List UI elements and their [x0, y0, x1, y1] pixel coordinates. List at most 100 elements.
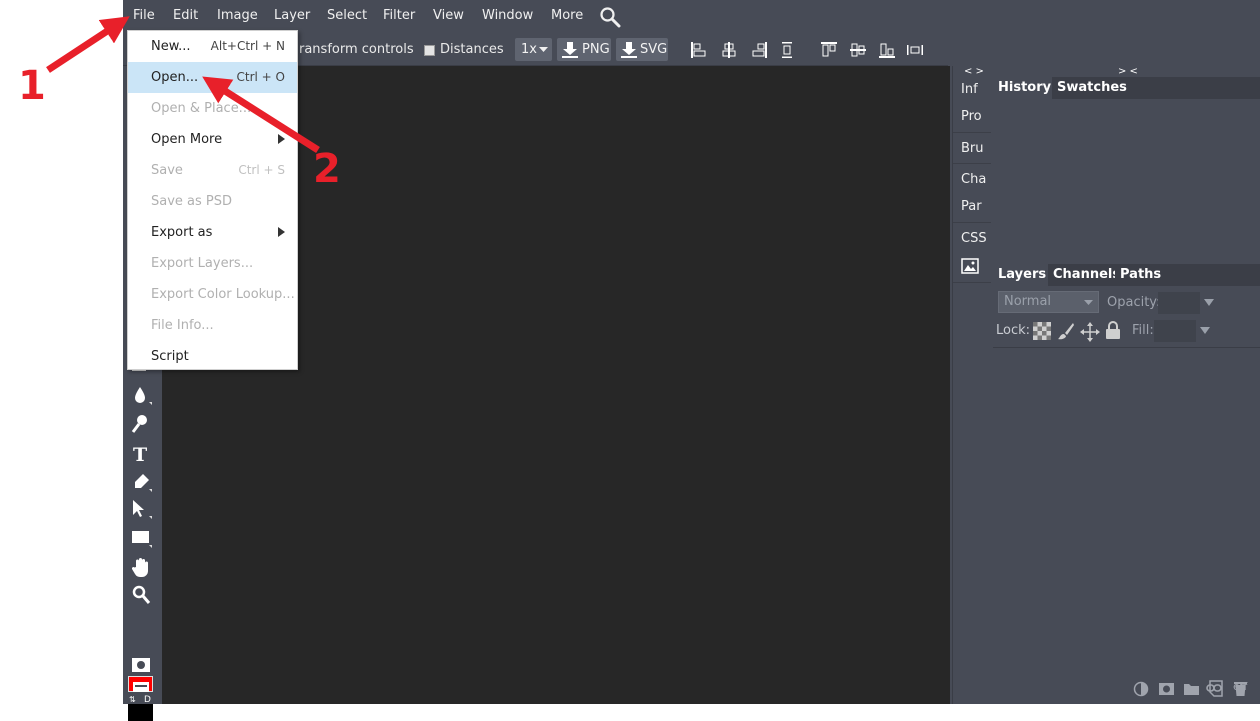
zoom-tool-icon[interactable]: [129, 584, 153, 606]
svg-label: SVG: [640, 42, 668, 57]
rectangle-tool-icon[interactable]: [129, 527, 153, 549]
download-icon: [621, 42, 637, 58]
half-circle-icon: [1255, 680, 1258, 694]
strip-properties-button[interactable]: Pro: [961, 109, 982, 124]
chevron-down-icon[interactable]: [1200, 327, 1210, 335]
screen-mode-icon[interactable]: [132, 680, 150, 694]
image-icon[interactable]: [961, 258, 979, 274]
menu-item-new[interactable]: New... Alt+Ctrl + N: [128, 31, 297, 62]
menu-item-open-more[interactable]: Open More: [128, 124, 297, 155]
fill-input[interactable]: [1154, 320, 1196, 342]
menu-item-export-color-lookup: Export Color Lookup...: [128, 279, 297, 310]
blend-mode-value: Normal: [1004, 294, 1052, 309]
panels-collapse-button[interactable]: > <: [1118, 66, 1138, 77]
new-layer-icon[interactable]: [1208, 680, 1224, 697]
menu-item-label: Export Layers...: [151, 256, 254, 271]
menu-edit[interactable]: Edit: [173, 7, 198, 25]
menu-item-label: Open & Place...: [151, 101, 252, 116]
menu-item-export-as[interactable]: Export as: [128, 217, 297, 248]
menu-item-shortcut: Ctrl + S: [238, 163, 285, 177]
menu-window[interactable]: Window: [482, 7, 533, 25]
strip-paragraph-button[interactable]: Par: [961, 199, 982, 214]
menu-item-export-layers: Export Layers...: [128, 248, 297, 279]
export-svg-button[interactable]: SVG: [616, 38, 668, 61]
pen-tool-icon[interactable]: [129, 471, 153, 493]
menu-item-label: Open...: [151, 70, 199, 85]
scale-value: 1x: [521, 42, 537, 57]
menu-more[interactable]: More: [551, 7, 583, 25]
menu-image[interactable]: Image: [217, 7, 258, 25]
strip-character-button[interactable]: Cha: [961, 172, 986, 187]
transform-controls-label[interactable]: ransform controls: [299, 42, 414, 57]
blend-mode-select[interactable]: Normal: [998, 291, 1099, 313]
tab-history[interactable]: History: [993, 77, 1057, 99]
lock-transparency-icon[interactable]: [1033, 322, 1051, 340]
type-tool-icon[interactable]: T: [129, 443, 153, 465]
menu-item-open[interactable]: Open... Ctrl + O: [128, 62, 297, 93]
menu-item-open-and-place: Open & Place...: [128, 93, 297, 124]
menu-file[interactable]: File: [133, 7, 155, 25]
opacity-input[interactable]: [1158, 292, 1200, 314]
swap-colors-icon[interactable]: ⇅: [129, 695, 136, 704]
distances-checkbox[interactable]: [424, 45, 435, 56]
align-center-h-icon[interactable]: [720, 41, 738, 59]
distribute-h-icon[interactable]: [778, 41, 796, 59]
layers-list[interactable]: [993, 348, 1260, 676]
align-top-icon[interactable]: [820, 41, 838, 59]
menu-item-shortcut: Alt+Ctrl + N: [210, 39, 285, 53]
lock-position-move-icon[interactable]: [1080, 322, 1100, 342]
strip-collapse-button[interactable]: < >: [964, 66, 984, 77]
menu-item-label: Export Color Lookup...: [151, 287, 295, 302]
menu-item-save: Save Ctrl + S: [128, 155, 297, 186]
menu-item-label: New...: [151, 39, 191, 54]
tab-paths[interactable]: Paths: [1115, 264, 1167, 286]
align-middle-v-icon[interactable]: [849, 41, 867, 59]
lock-all-icon[interactable]: [1105, 321, 1121, 340]
distances-label[interactable]: Distances: [440, 42, 504, 57]
quick-mask-icon[interactable]: [131, 657, 151, 673]
lock-pixels-brush-icon[interactable]: [1057, 322, 1075, 340]
right-panels: > < History Swatches Layers Channels Pat…: [993, 66, 1260, 704]
menu-layer[interactable]: Layer: [274, 7, 310, 25]
align-left-icon[interactable]: [690, 41, 708, 59]
history-tabs: History Swatches: [993, 77, 1260, 99]
history-list[interactable]: [993, 99, 1260, 257]
menu-view[interactable]: View: [433, 7, 464, 25]
tab-channels[interactable]: Channels: [1048, 264, 1126, 286]
menu-select[interactable]: Select: [327, 7, 367, 25]
menu-item-script[interactable]: Script: [128, 341, 297, 372]
align-bottom-icon[interactable]: [878, 41, 896, 59]
menu-item-label: Open More: [151, 132, 223, 147]
step-1-label: 1: [18, 63, 46, 109]
download-icon: [562, 42, 578, 58]
tab-layers[interactable]: Layers: [993, 264, 1052, 286]
png-label: PNG: [582, 42, 610, 57]
scale-select[interactable]: 1x: [515, 38, 552, 61]
export-png-button[interactable]: PNG: [557, 38, 611, 61]
distribute-v-icon[interactable]: [906, 41, 924, 59]
blur-tool-icon[interactable]: [129, 384, 153, 406]
svg-text:T: T: [133, 444, 147, 465]
hand-tool-icon[interactable]: [129, 557, 153, 579]
strip-brush-button[interactable]: Bru: [961, 141, 984, 156]
strip-css-button[interactable]: CSS: [961, 231, 987, 246]
search-icon[interactable]: [599, 6, 621, 28]
align-right-icon[interactable]: [750, 41, 768, 59]
tab-swatches[interactable]: Swatches: [1052, 77, 1132, 99]
menu-filter[interactable]: Filter: [383, 7, 415, 25]
layer-mask-icon[interactable]: [1158, 682, 1175, 696]
adjustment-layer-icon[interactable]: [1133, 681, 1149, 697]
path-select-icon[interactable]: [129, 498, 153, 520]
file-menu-dropdown: New... Alt+Ctrl + N Open... Ctrl + O Ope…: [127, 30, 298, 370]
menu-item-shortcut: Ctrl + O: [236, 70, 285, 84]
strip-info-button[interactable]: Inf: [961, 82, 978, 97]
background-color-swatch[interactable]: [128, 704, 153, 721]
new-group-folder-icon[interactable]: [1183, 682, 1200, 696]
strip-divider: [953, 282, 991, 283]
dodge-tool-icon[interactable]: [129, 413, 153, 435]
menu-item-label: Export as: [151, 225, 213, 240]
menu-item-label: Save: [151, 163, 183, 178]
delete-layer-trash-icon[interactable]: [1233, 680, 1248, 697]
chevron-down-icon[interactable]: [1204, 299, 1214, 307]
step-2-label: 2: [313, 146, 341, 192]
